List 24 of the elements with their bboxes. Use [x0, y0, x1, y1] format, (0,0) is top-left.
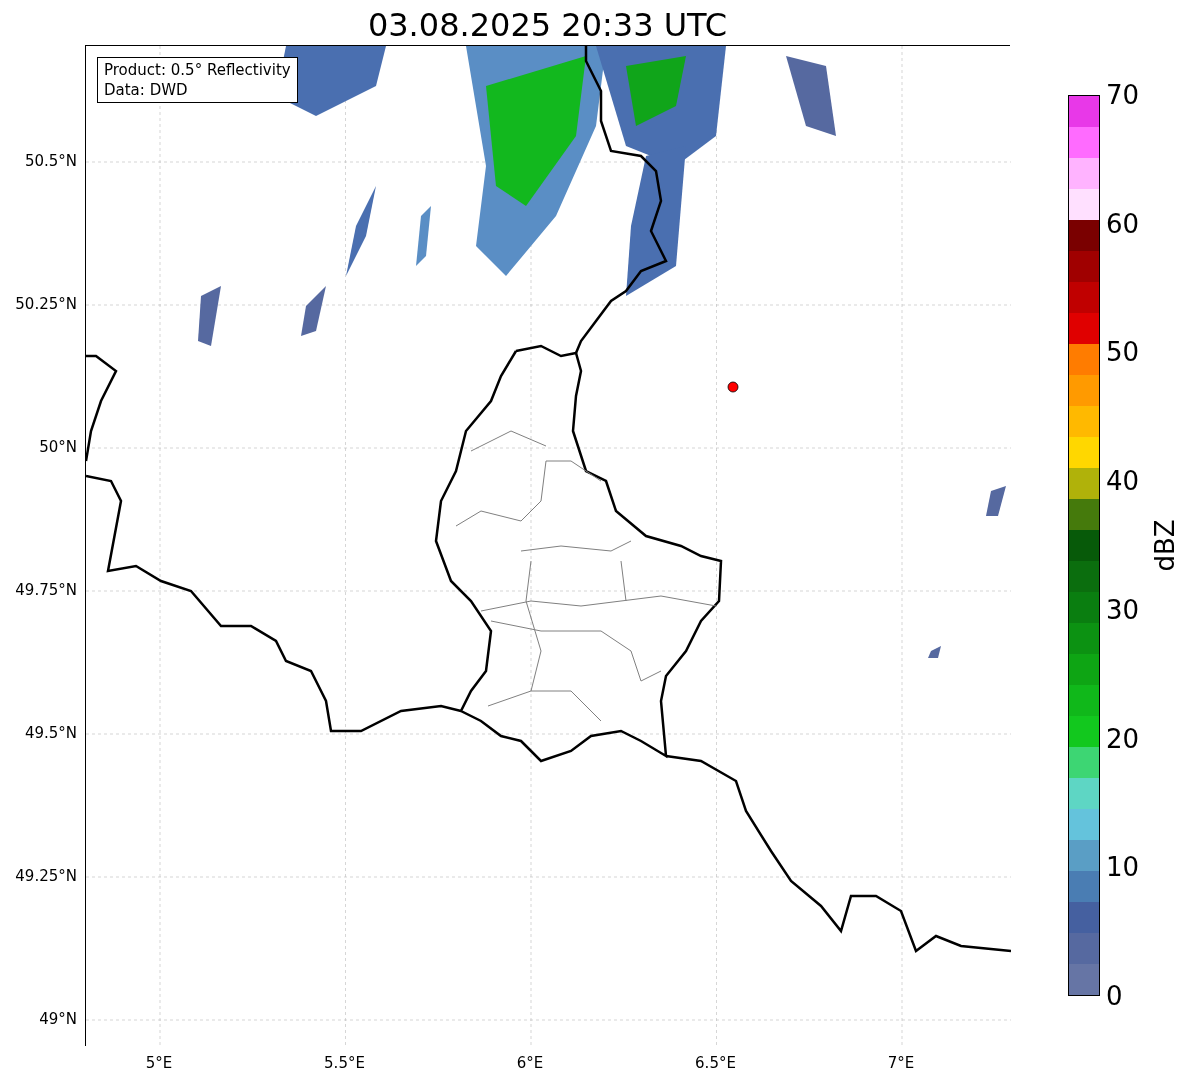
latitude-label: 49.5°N — [24, 722, 77, 744]
colorbar-tick-label: 0 — [1106, 981, 1123, 1011]
latitude-label: 49.75°N — [15, 579, 77, 601]
longitude-label: 6°E — [516, 1053, 544, 1074]
annotation-text: Data: DWD — [104, 80, 189, 100]
latitude-label: 50°N — [39, 436, 77, 458]
longitude-label: 7°E — [887, 1053, 915, 1074]
colorbar-tick-label: 20 — [1106, 723, 1140, 754]
latitude-label: 50.25°N — [15, 293, 77, 315]
colorbar-tick-label: 30 — [1106, 594, 1140, 625]
longitude-label: 6.5°E — [695, 1053, 736, 1074]
annotation-text: Product: 0.5° Reflectivity — [104, 60, 291, 80]
chart-title: 03.08.2025 20:33 UTC — [367, 5, 728, 45]
latitude-label: 50.5°N — [24, 150, 77, 172]
latitude-label: 49.25°N — [15, 865, 77, 887]
latitude-label: 49°N — [39, 1008, 77, 1030]
colorbar-tick-label: 10 — [1106, 852, 1140, 883]
colorbar-tick-label: 70 — [1106, 80, 1140, 110]
longitude-label: 5.5°E — [324, 1053, 365, 1074]
colorbar-tick-label: 50 — [1106, 337, 1140, 368]
longitude-label: 5°E — [145, 1053, 173, 1074]
colorbar-tick-label: 60 — [1106, 208, 1140, 239]
colorbar-axis-label: dBZ — [1148, 519, 1181, 572]
colorbar-tick-label: 40 — [1106, 466, 1140, 497]
